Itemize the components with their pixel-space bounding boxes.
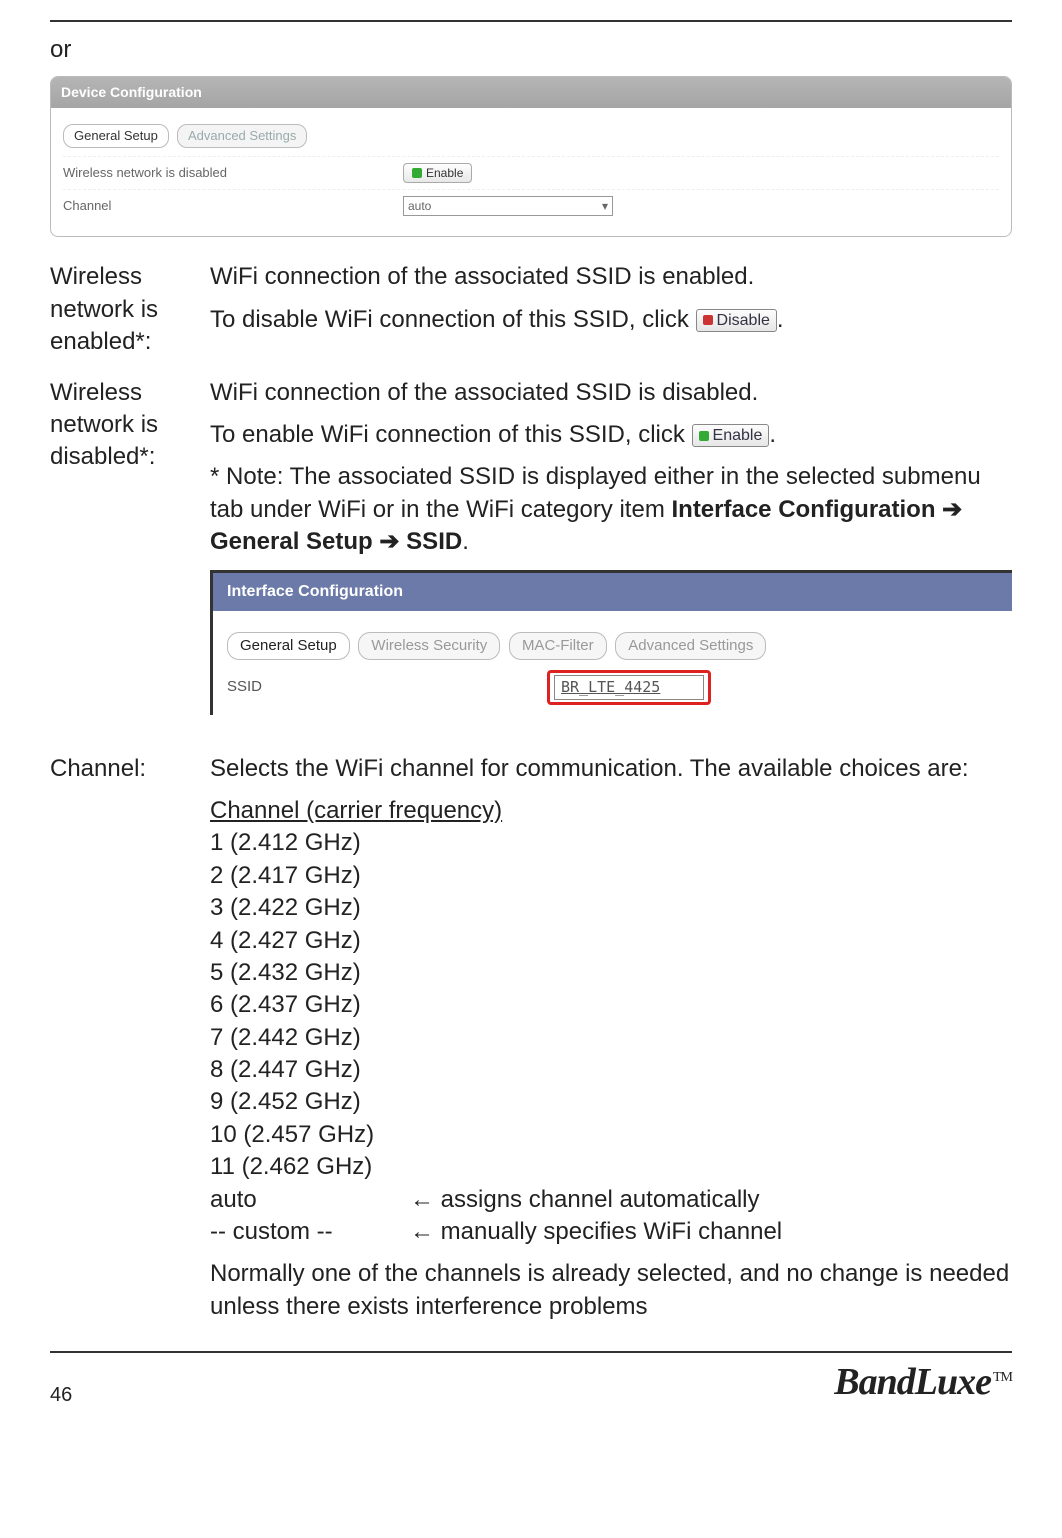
top-rule: [50, 20, 1012, 22]
chevron-down-icon: ▾: [602, 198, 608, 214]
tab2-general-setup[interactable]: General Setup: [227, 632, 350, 660]
note-end: .: [462, 528, 469, 555]
body-channel: Selects the WiFi channel for communicati…: [210, 753, 1012, 1334]
enable-icon-2: [699, 431, 709, 441]
body-enabled: WiFi connection of the associated SSID i…: [210, 261, 1012, 358]
interface-config-panel: Interface Configuration General Setup Wi…: [210, 570, 1012, 714]
wireless-disabled-label: Wireless network is disabled: [63, 164, 403, 182]
enabled-line1: WiFi connection of the associated SSID i…: [210, 261, 1012, 293]
disabled-line2a: To enable WiFi connection of this SSID, …: [210, 421, 692, 448]
channel-list-header: Channel (carrier frequency): [210, 795, 1012, 827]
term-disabled: Wireless network is disabled*:: [50, 377, 210, 735]
disabled-line2: To enable WiFi connection of this SSID, …: [210, 419, 1012, 451]
channel-item: 11 (2.462 GHz): [210, 1151, 1012, 1183]
channel-item: 7 (2.442 GHz): [210, 1022, 1012, 1054]
enabled-line2: To disable WiFi connection of this SSID,…: [210, 304, 1012, 336]
enabled-line2a: To disable WiFi connection of this SSID,…: [210, 306, 696, 333]
body-disabled: WiFi connection of the associated SSID i…: [210, 377, 1012, 735]
page-footer: 46 BandLuxeTM: [50, 1351, 1012, 1408]
note-b2: General Setup: [210, 528, 373, 555]
channel-item: 6 (2.437 GHz): [210, 989, 1012, 1021]
tab-row: General Setup Advanced Settings: [63, 118, 999, 148]
channel-auto-desc: ← assigns channel automatically: [410, 1184, 760, 1216]
tabs2-row: General Setup Wireless Security MAC-Filt…: [227, 627, 998, 660]
tab2-mac-filter[interactable]: MAC-Filter: [509, 632, 607, 660]
tab-advanced-settings[interactable]: Advanced Settings: [177, 124, 307, 148]
channel-footer-note: Normally one of the channels is already …: [210, 1258, 1012, 1323]
channel-item: 10 (2.457 GHz): [210, 1119, 1012, 1151]
channel-item: 5 (2.432 GHz): [210, 957, 1012, 989]
note-b3: SSID: [406, 528, 462, 555]
def-enabled: Wireless network is enabled*: WiFi conne…: [50, 261, 1012, 358]
enable-button[interactable]: Enable: [403, 163, 472, 183]
arrow-1: ➔: [942, 496, 962, 523]
disable-button-label: Disable: [717, 310, 770, 332]
tab-general-setup[interactable]: General Setup: [63, 124, 169, 148]
channel-auto-row: auto ← assigns channel automatically: [210, 1184, 1012, 1216]
channel-intro: Selects the WiFi channel for communicati…: [210, 753, 1012, 785]
ssid-input[interactable]: BR_LTE_4425: [554, 675, 704, 699]
ssid-row: SSID BR_LTE_4425: [227, 670, 998, 704]
ssid-label: SSID: [227, 677, 547, 697]
panel2-body: General Setup Wireless Security MAC-Filt…: [213, 611, 1012, 715]
channel-item: 9 (2.452 GHz): [210, 1086, 1012, 1118]
panel-title: Device Configuration: [51, 77, 1011, 108]
trademark: TM: [993, 1370, 1012, 1385]
channel-custom-desc: ← manually specifies WiFi channel: [410, 1216, 782, 1248]
channel-list: Channel (carrier frequency) 1 (2.412 GHz…: [210, 795, 1012, 1248]
note-b1: Interface Configuration: [671, 496, 935, 523]
term-channel: Channel:: [50, 753, 210, 1334]
term-enabled: Wireless network is enabled*:: [50, 261, 210, 358]
channel-custom-row: -- custom -- ← manually specifies WiFi c…: [210, 1216, 1012, 1248]
channel-item: 3 (2.422 GHz): [210, 892, 1012, 924]
channel-select-value: auto: [408, 198, 431, 214]
channel-select[interactable]: auto ▾: [403, 196, 613, 216]
channel-item: 8 (2.447 GHz): [210, 1054, 1012, 1086]
channel-item: 4 (2.427 GHz): [210, 925, 1012, 957]
ssid-highlight-box: BR_LTE_4425: [547, 670, 711, 704]
device-config-panel: Device Configuration General Setup Advan…: [50, 76, 1012, 237]
row-channel: Channel auto ▾: [63, 189, 999, 222]
disable-icon: [703, 315, 713, 325]
def-disabled: Wireless network is disabled*: WiFi conn…: [50, 377, 1012, 735]
brand-text: BandLuxe: [834, 1361, 991, 1403]
brand-logo: BandLuxeTM: [834, 1357, 1012, 1408]
page-number: 46: [50, 1382, 72, 1409]
or-text: or: [50, 34, 1012, 66]
disable-button-inline[interactable]: Disable: [696, 309, 777, 333]
channel-custom-label: -- custom --: [210, 1216, 410, 1248]
disabled-line1: WiFi connection of the associated SSID i…: [210, 377, 1012, 409]
enable-icon: [412, 168, 422, 178]
tab2-wireless-security[interactable]: Wireless Security: [358, 632, 500, 660]
channel-auto-label: auto: [210, 1184, 410, 1216]
enable-button-inline[interactable]: Enable: [692, 424, 770, 448]
disabled-note: * Note: The associated SSID is displayed…: [210, 461, 1012, 558]
panel2-title: Interface Configuration: [213, 573, 1012, 611]
enabled-line2b: .: [777, 306, 784, 333]
enable-button-label-2: Enable: [713, 425, 763, 447]
row-wireless-disabled: Wireless network is disabled Enable: [63, 156, 999, 189]
arrow-2: ➔: [379, 528, 406, 555]
channel-item: 1 (2.412 GHz): [210, 827, 1012, 859]
def-channel: Channel: Selects the WiFi channel for co…: [50, 753, 1012, 1334]
enable-button-label: Enable: [426, 165, 463, 181]
tab2-advanced-settings[interactable]: Advanced Settings: [615, 632, 766, 660]
channel-label: Channel: [63, 197, 403, 215]
disabled-line2b: .: [769, 421, 776, 448]
channel-item: 2 (2.417 GHz): [210, 860, 1012, 892]
panel-body: General Setup Advanced Settings Wireless…: [51, 108, 1011, 236]
